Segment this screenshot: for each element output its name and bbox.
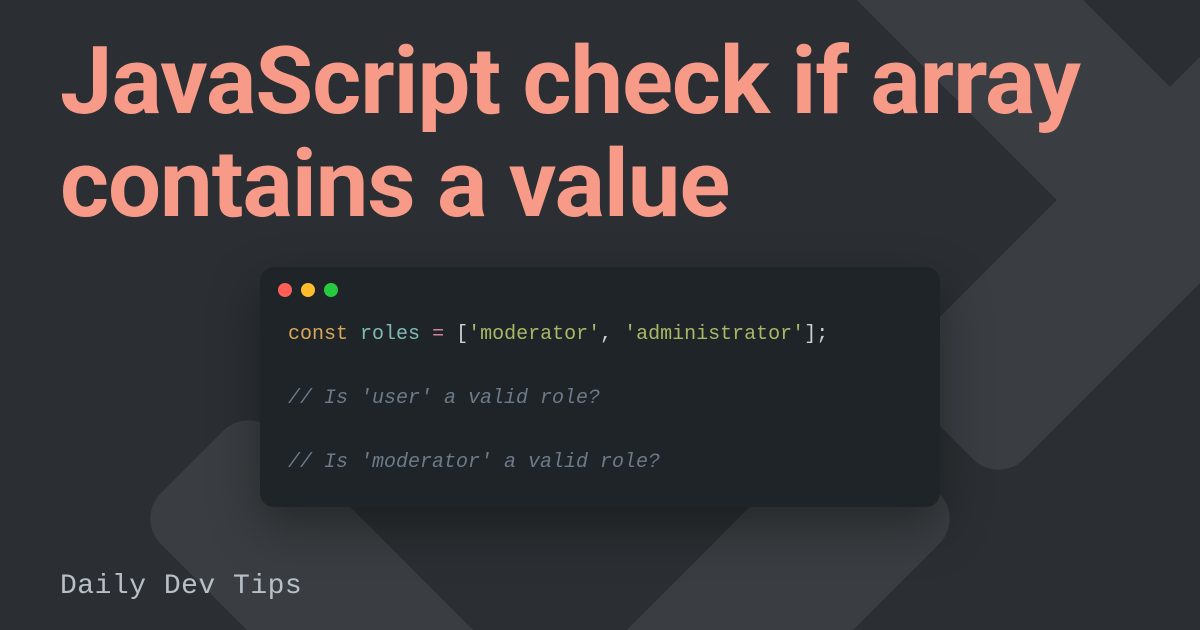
content-wrapper: JavaScript check if array contains a val… [0,0,1200,630]
minimize-icon [301,283,315,297]
maximize-icon [324,283,338,297]
token-string: 'administrator' [624,323,804,346]
article-title: JavaScript check if array contains a val… [60,30,1140,237]
token-keyword: const [288,323,348,346]
token-variable: roles [360,323,420,346]
blank-line [288,351,912,383]
code-body: const roles = ['moderator', 'administrat… [260,305,940,507]
site-brand: Daily Dev Tips [60,571,302,602]
code-line-comment-2: // Is 'moderator' a valid role? [288,447,912,479]
token-space [420,323,432,346]
window-controls [260,267,940,305]
token-punct: , [600,323,624,346]
close-icon [278,283,292,297]
token-string: 'moderator' [468,323,600,346]
code-line-declaration: const roles = ['moderator', 'administrat… [288,319,912,351]
token-operator: = [432,323,444,346]
code-line-comment-1: // Is 'user' a valid role? [288,383,912,415]
blank-line [288,415,912,447]
token-space [444,323,456,346]
token-punct: ]; [804,323,828,346]
token-punct: [ [456,323,468,346]
code-window: const roles = ['moderator', 'administrat… [260,267,940,507]
token-space [348,323,360,346]
